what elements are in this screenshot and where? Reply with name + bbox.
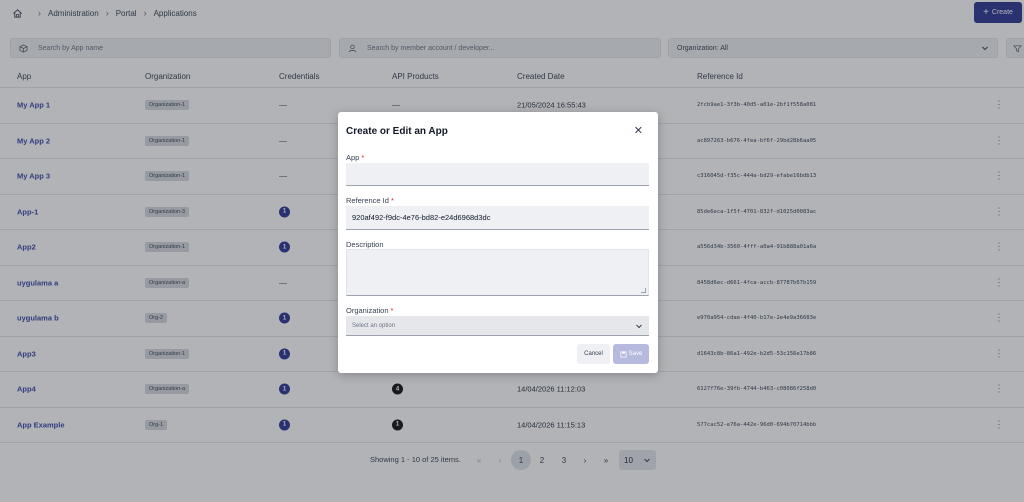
- required-marker: *: [361, 153, 365, 162]
- app-field-label: App *: [346, 153, 364, 162]
- description-field-label: Description: [346, 240, 384, 249]
- edit-app-dialog: Create or Edit an App ✕ App * Reference I…: [338, 112, 658, 373]
- close-icon[interactable]: ✕: [634, 126, 643, 137]
- app-name-input[interactable]: [346, 163, 649, 186]
- save-button-label: Save: [628, 351, 643, 357]
- organization-select[interactable]: Select an option: [346, 316, 649, 336]
- organization-field-label: Organization *: [346, 306, 393, 315]
- required-marker: *: [390, 306, 394, 315]
- app-field-label-text: App: [346, 153, 360, 162]
- description-textarea[interactable]: [346, 249, 649, 296]
- organization-label-text: Organization: [346, 306, 389, 315]
- save-button[interactable]: Save: [613, 344, 649, 364]
- resize-handle-icon[interactable]: [641, 288, 646, 293]
- reference-id-input[interactable]: 920af492-f9dc-4e76-bd82-e24d6968d3dc: [346, 206, 649, 230]
- save-icon: [620, 351, 627, 357]
- reference-id-label-text: Reference Id: [346, 196, 389, 205]
- reference-id-field-label: Reference Id *: [346, 196, 394, 205]
- chevron-down-icon: [636, 324, 642, 328]
- dialog-title: Create or Edit an App: [346, 126, 448, 137]
- cancel-button[interactable]: Cancel: [577, 344, 610, 364]
- required-marker: *: [390, 196, 394, 205]
- organization-placeholder: Select an option: [352, 322, 396, 329]
